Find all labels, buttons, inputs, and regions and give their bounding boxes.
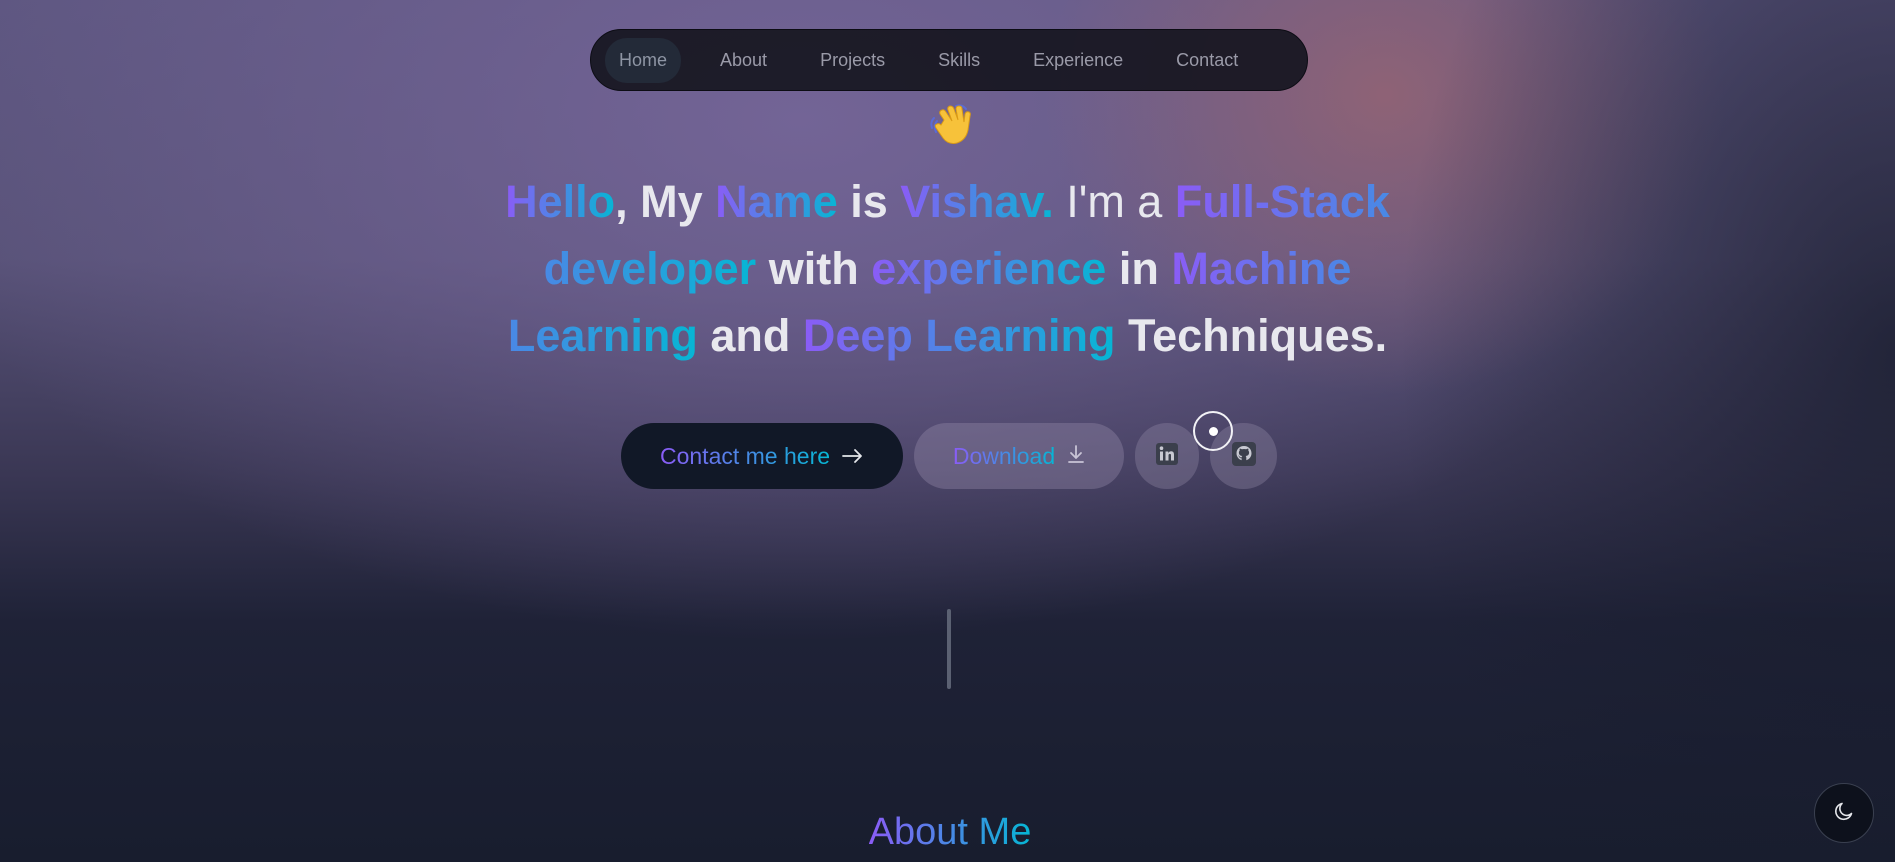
headline-text: is xyxy=(837,176,901,227)
contact-button-label: Contact me here xyxy=(659,442,831,469)
scroll-indicator xyxy=(947,609,951,689)
headline-text: in xyxy=(1106,243,1172,294)
headline-word-deep-learning: Deep Learning xyxy=(802,310,1116,361)
top-navigation: Home About Projects Skills Experience Co… xyxy=(590,29,1308,91)
theme-toggle-button[interactable] xyxy=(1814,783,1874,843)
download-button[interactable]: Download xyxy=(914,423,1124,489)
contact-me-button[interactable]: Contact me here xyxy=(621,423,903,489)
headline-text: and xyxy=(697,310,803,361)
waving-hand-icon xyxy=(926,98,978,150)
linkedin-icon xyxy=(1155,442,1179,471)
about-section-title: About Me xyxy=(760,807,1140,857)
headline-word-experience: experience xyxy=(871,243,1107,294)
about-title-text: About Me xyxy=(868,811,1032,853)
headline-word-vishav: Vishav. xyxy=(900,176,1054,227)
nav-item-contact[interactable]: Contact xyxy=(1162,38,1252,83)
custom-cursor xyxy=(1193,411,1233,451)
nav-item-home[interactable]: Home xyxy=(605,37,682,83)
arrow-right-icon xyxy=(842,443,864,470)
download-button-label: Download xyxy=(952,442,1056,469)
headline-word-name: Name xyxy=(715,176,838,227)
moon-icon xyxy=(1832,799,1856,828)
headline-text: Techniques. xyxy=(1115,310,1388,361)
download-icon xyxy=(1067,443,1085,470)
nav-item-about[interactable]: About xyxy=(706,38,781,83)
custom-cursor-dot xyxy=(1208,426,1218,436)
hero-headline: Hello, My Name is Vishav. I'm a Full-Sta… xyxy=(460,168,1435,369)
nav-item-skills[interactable]: Skills xyxy=(924,38,994,83)
github-icon xyxy=(1231,441,1257,472)
headline-text: , My xyxy=(615,176,716,227)
linkedin-button[interactable] xyxy=(1135,423,1199,489)
nav-item-projects[interactable]: Projects xyxy=(806,38,899,83)
nav-item-experience[interactable]: Experience xyxy=(1019,38,1137,83)
headline-word-hello: Hello xyxy=(505,176,616,227)
headline-text: with xyxy=(756,243,872,294)
headline-text: I'm a xyxy=(1053,176,1175,227)
